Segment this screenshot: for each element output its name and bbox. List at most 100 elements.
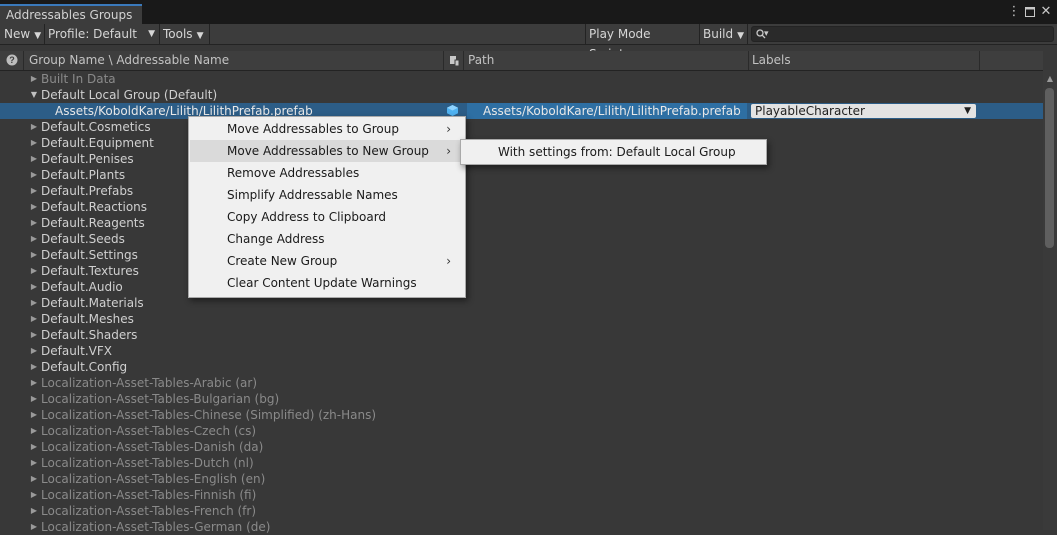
menu-item-label: Clear Content Update Warnings: [227, 276, 417, 290]
expand-arrow-icon[interactable]: ▶: [29, 231, 39, 247]
tree-row[interactable]: ▼ Default Local Group (Default): [0, 87, 1043, 103]
tree-row[interactable]: ▶ Default.Audio: [0, 279, 1043, 295]
group-name: Default.Materials: [41, 296, 144, 310]
expand-arrow-icon[interactable]: ▶: [29, 439, 39, 455]
tree-row[interactable]: ▶ Localization-Asset-Tables-Finnish (fi): [0, 487, 1043, 503]
expand-arrow-icon[interactable]: ▶: [29, 391, 39, 407]
tree-row[interactable]: ▶ Localization-Asset-Tables-German (de): [0, 519, 1043, 535]
expand-arrow-icon[interactable]: ▶: [29, 327, 39, 343]
column-divider[interactable]: [748, 51, 749, 70]
new-dropdown[interactable]: New ▼: [0, 24, 44, 44]
tree-row[interactable]: ▶ Default.Seeds: [0, 231, 1043, 247]
expand-arrow-icon[interactable]: ▶: [29, 71, 39, 87]
expand-arrow-icon[interactable]: ▶: [29, 311, 39, 327]
tree-row[interactable]: ▶ Default.Plants: [0, 167, 1043, 183]
column-name-header[interactable]: Group Name \ Addressable Name: [29, 51, 229, 70]
expand-arrow-icon[interactable]: ▶: [29, 343, 39, 359]
menu-item-remove-addressables[interactable]: Remove Addressables: [190, 162, 464, 184]
tools-dropdown[interactable]: Tools ▼: [159, 24, 209, 44]
profile-dropdown[interactable]: Profile: Default ▼: [44, 24, 159, 44]
expand-arrow-icon[interactable]: ▶: [29, 295, 39, 311]
window-tab[interactable]: Addressables Groups: [0, 4, 143, 24]
menu-item-move-addressables-to-new-group[interactable]: Move Addressables to New Group ›: [190, 140, 464, 162]
expand-arrow-icon[interactable]: ▶: [29, 407, 39, 423]
menu-item-change-address[interactable]: Change Address: [190, 228, 464, 250]
tree-row[interactable]: ▶ Default.Cosmetics: [0, 119, 1043, 135]
tree-row[interactable]: ▶ Default.Meshes: [0, 311, 1043, 327]
labels-dropdown[interactable]: PlayableCharacter ▼: [751, 104, 976, 118]
expand-arrow-icon[interactable]: ▶: [29, 199, 39, 215]
column-divider[interactable]: [443, 51, 444, 70]
group-name: Default.Reactions: [41, 200, 148, 214]
build-dropdown[interactable]: Build ▼: [699, 24, 747, 44]
prefab-icon: [447, 105, 458, 116]
expand-arrow-icon[interactable]: ▶: [29, 135, 39, 151]
expand-arrow-icon[interactable]: ▶: [29, 359, 39, 375]
column-divider[interactable]: [979, 51, 980, 70]
tree-row[interactable]: ▶ Localization-Asset-Tables-Dutch (nl): [0, 455, 1043, 471]
menu-item-copy-address-to-clipboard[interactable]: Copy Address to Clipboard: [190, 206, 464, 228]
selected-entry-row[interactable]: Assets/KoboldKare/Lilith/LilithPrefab.pr…: [0, 103, 1043, 119]
expand-arrow-icon[interactable]: ▶: [29, 247, 39, 263]
tree-row[interactable]: ▶ Default.Textures: [0, 263, 1043, 279]
play-mode-script-dropdown[interactable]: Play Mode Script▼: [585, 24, 699, 61]
path-cell[interactable]: Assets/KoboldKare/Lilith/LilithPrefab.pr…: [467, 103, 747, 119]
tree-row[interactable]: ▶ Default.Config: [0, 359, 1043, 375]
help-icon[interactable]: ?: [6, 51, 20, 70]
tree-row[interactable]: ▶ Localization-Asset-Tables-Bulgarian (bg…: [0, 391, 1043, 407]
group-name: Default.Plants: [41, 168, 126, 182]
expand-arrow-icon[interactable]: ▶: [29, 455, 39, 471]
tree-row[interactable]: ▶ Localization-Asset-Tables-English (en): [0, 471, 1043, 487]
submenu-arrow-icon: ›: [446, 122, 451, 136]
column-divider[interactable]: [463, 51, 464, 70]
svg-text:?: ?: [9, 55, 15, 65]
maximize-icon[interactable]: [1022, 3, 1038, 21]
tree-row[interactable]: ▶ Built In Data: [0, 71, 1043, 87]
group-name: Default.Reagents: [41, 216, 145, 230]
tree-row[interactable]: ▶ Default.Materials: [0, 295, 1043, 311]
expand-arrow-icon[interactable]: ▶: [29, 471, 39, 487]
window-tab-bar: Addressables Groups ⋮ ✕: [0, 0, 1057, 24]
expand-arrow-icon[interactable]: ▶: [29, 423, 39, 439]
toolbar-divider: [747, 24, 748, 44]
menu-item-clear-content-update-warnings[interactable]: Clear Content Update Warnings: [190, 272, 464, 294]
expand-arrow-icon[interactable]: ▶: [29, 519, 39, 535]
more-options-icon[interactable]: ⋮: [1006, 3, 1022, 21]
menu-item-simplify-addressable-names[interactable]: Simplify Addressable Names: [190, 184, 464, 206]
scrollbar-thumb[interactable]: [1045, 88, 1054, 248]
expand-arrow-icon[interactable]: ▶: [29, 119, 39, 135]
tree-row[interactable]: ▶ Default.Shaders: [0, 327, 1043, 343]
tree-row[interactable]: ▶ Default.VFX: [0, 343, 1043, 359]
menu-item-create-new-group[interactable]: Create New Group ›: [190, 250, 464, 272]
column-path-header[interactable]: Path: [468, 51, 494, 70]
tree-row[interactable]: ▶ Localization-Asset-Tables-Chinese (Simp…: [0, 407, 1043, 423]
tree-row[interactable]: ▶ Localization-Asset-Tables-Arabic (ar): [0, 375, 1043, 391]
expand-arrow-icon[interactable]: ▶: [29, 167, 39, 183]
toolbar-divider: [209, 24, 210, 44]
expand-arrow-icon[interactable]: ▶: [29, 151, 39, 167]
close-icon[interactable]: ✕: [1038, 3, 1054, 21]
group-name: Default.Equipment: [41, 136, 154, 150]
tree-row[interactable]: ▶ Localization-Asset-Tables-Czech (cs): [0, 423, 1043, 439]
expand-arrow-icon[interactable]: ▶: [29, 487, 39, 503]
group-name: Default.Shaders: [41, 328, 138, 342]
tree-row[interactable]: ▶ Default.Prefabs: [0, 183, 1043, 199]
column-labels-header[interactable]: Labels: [752, 51, 791, 70]
collapse-arrow-icon[interactable]: ▼: [29, 87, 39, 103]
tree-row[interactable]: ▶ Default.Reactions: [0, 199, 1043, 215]
menu-item-move-addressables-to-group[interactable]: Move Addressables to Group ›: [190, 118, 464, 140]
expand-arrow-icon[interactable]: ▶: [29, 279, 39, 295]
tree-row[interactable]: ▶ Default.Settings: [0, 247, 1043, 263]
expand-arrow-icon[interactable]: ▶: [29, 183, 39, 199]
expand-arrow-icon[interactable]: ▶: [29, 503, 39, 519]
tree-row[interactable]: ▶ Localization-Asset-Tables-French (fr): [0, 503, 1043, 519]
expand-arrow-icon[interactable]: ▶: [29, 375, 39, 391]
expand-arrow-icon[interactable]: ▶: [29, 263, 39, 279]
submenu-item-with-settings[interactable]: With settings from: Default Local Group: [462, 141, 765, 163]
scroll-up-arrow-icon[interactable]: ▲: [1043, 72, 1057, 86]
tree-row[interactable]: ▶ Default.Reagents: [0, 215, 1043, 231]
submenu-item-label: With settings from: Default Local Group: [498, 145, 736, 159]
tree-row[interactable]: ▶ Localization-Asset-Tables-Danish (da): [0, 439, 1043, 455]
search-input[interactable]: ▾: [751, 26, 1054, 42]
expand-arrow-icon[interactable]: ▶: [29, 215, 39, 231]
